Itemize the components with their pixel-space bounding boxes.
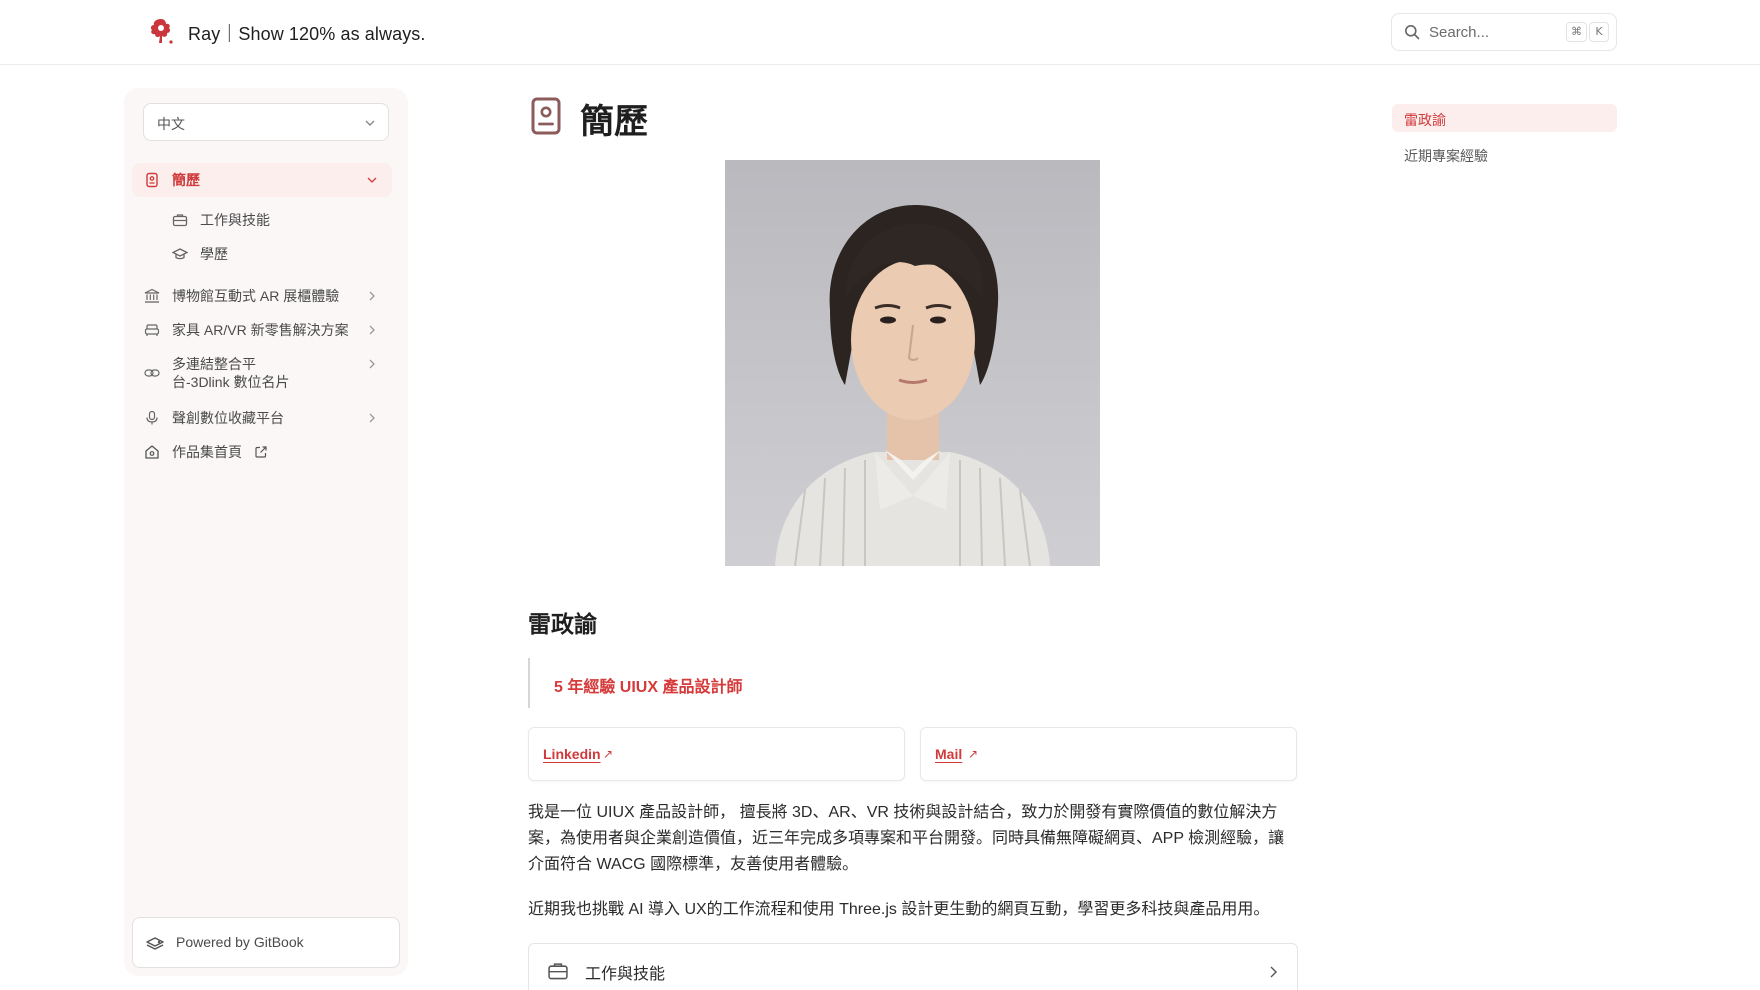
arrow-up-right-icon: ↗ (603, 747, 614, 761)
page-title: 簡歷 (580, 103, 648, 141)
toc-item-recent-projects[interactable]: 近期專案經驗 (1392, 140, 1617, 168)
sidebar-item-label: 聲創數位收藏平台 (172, 410, 284, 426)
linkedin-link-card[interactable]: Linkedin ↗ (528, 727, 905, 781)
sidebar-item-label: 作品集首頁 (172, 444, 242, 460)
profile-photo (725, 160, 1100, 566)
name-heading: 雷政諭 (528, 611, 597, 637)
work-skills-link-card[interactable]: 工作與技能 (528, 943, 1298, 990)
microphone-icon (144, 410, 160, 426)
language-select[interactable]: 中文 (143, 103, 389, 141)
work-skills-link-label: 工作與技能 (585, 966, 666, 983)
external-link-icon (254, 445, 268, 459)
briefcase-icon (547, 960, 569, 982)
id-badge-icon (144, 172, 160, 188)
chevron-down-icon (364, 117, 376, 129)
chevron-right-icon (366, 290, 378, 302)
sidebar-item-label: 學歷 (200, 246, 228, 262)
recent-paragraph: 近期我也挑戰 AI 導入 UX的工作流程和使用 Three.js 設計更生動的網… (528, 901, 1270, 918)
language-value: 中文 (157, 116, 185, 132)
sidebar-item-label: 簡歷 (172, 172, 200, 188)
arrow-up-right-icon: ↗ (968, 747, 979, 761)
search-icon (1404, 24, 1420, 40)
sidebar-item-furniture-arvr[interactable]: 家具 AR/VR 新零售解決方案 (132, 313, 392, 347)
sidebar-item-resume[interactable]: 簡歷 (132, 163, 392, 197)
sidebar-item-education[interactable]: 學歷 (132, 237, 392, 271)
intro-paragraph: 我是一位 UIUX 產品設計師， 擅長將 3D、AR、VR 技術與設計結合，致力… (528, 804, 1285, 873)
sidebar-item-label: 家具 AR/VR 新零售解決方案 (172, 322, 349, 338)
briefcase-icon (172, 212, 188, 228)
mail-link[interactable]: Mail (935, 746, 962, 762)
powered-by-gitbook-button[interactable]: Powered by GitBook (132, 917, 400, 968)
sidebar-item-sound-collectibles[interactable]: 聲創數位收藏平台 (132, 401, 392, 435)
search-placeholder: Search... (1429, 24, 1490, 41)
sidebar-item-3dlink[interactable]: 多連結整合平 台-3Dlink 數位名片 (132, 347, 392, 399)
sidebar-item-work-skills[interactable]: 工作與技能 (132, 203, 392, 237)
sidebar-item-portfolio-home[interactable]: 作品集首頁 (132, 435, 392, 469)
powered-by-label: Powered by GitBook (176, 934, 304, 950)
mail-link-card[interactable]: Mail ↗ (920, 727, 1297, 781)
chevron-right-icon (1267, 965, 1279, 979)
chevron-right-icon (366, 358, 378, 370)
tagline-quote: 5 年經驗 UIUX 產品設計師 (528, 658, 1298, 708)
shortcut-key-k: K (1589, 22, 1609, 42)
museum-icon (144, 288, 160, 304)
chevron-right-icon (366, 412, 378, 424)
top-header: Ray｜Show 120% as always. Search... ⌘ K (0, 0, 1760, 65)
toc-item-label: 近期專案經驗 (1404, 148, 1488, 164)
tagline-text: 5 年經驗 UIUX 產品設計師 (554, 679, 743, 696)
link-icon (144, 365, 160, 381)
site-logo-icon[interactable] (146, 16, 176, 46)
sofa-icon (144, 322, 160, 338)
sidebar-item-label: 工作與技能 (200, 212, 270, 228)
site-title[interactable]: Ray｜Show 120% as always. (188, 20, 426, 46)
chevron-right-icon (366, 324, 378, 336)
sidebar-item-museum-ar[interactable]: 博物館互動式 AR 展櫃體驗 (132, 279, 392, 313)
shortcut-key-cmd: ⌘ (1566, 22, 1587, 42)
id-badge-icon (531, 97, 561, 135)
search-box[interactable]: Search... ⌘ K (1391, 13, 1617, 51)
sidebar-item-label: 博物館互動式 AR 展櫃體驗 (172, 288, 340, 304)
toc-item-label: 雷政諭 (1404, 112, 1446, 128)
gitbook-logo-icon (145, 934, 165, 952)
house-icon (144, 444, 160, 460)
chevron-down-icon (366, 174, 378, 186)
graduation-cap-icon (172, 246, 188, 262)
linkedin-link[interactable]: Linkedin (543, 746, 601, 762)
sidebar-item-label: 多連結整合平 台-3Dlink 數位名片 (172, 356, 290, 390)
toc-item-name[interactable]: 雷政諭 (1392, 104, 1617, 132)
